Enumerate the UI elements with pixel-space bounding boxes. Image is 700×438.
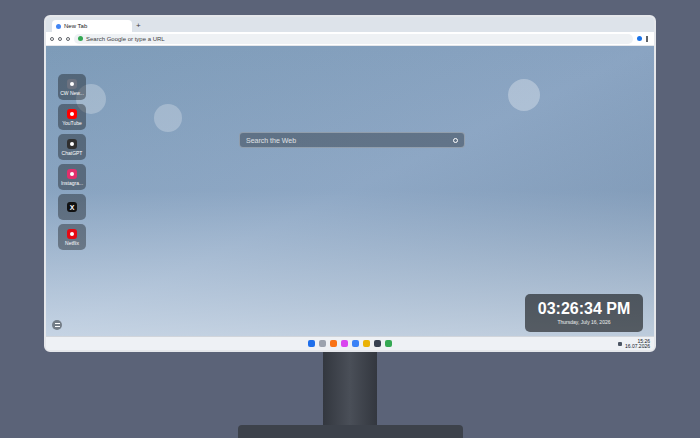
menu-lines-icon: [55, 323, 60, 327]
logo-dot-icon: [70, 82, 74, 86]
taskbar-app-icon[interactable]: [308, 340, 315, 347]
sidebar-item[interactable]: X: [58, 194, 86, 220]
content-area: CW New... YouTube ChatGPT Instagra... X Netfl…: [46, 46, 654, 336]
shortcut-icon: X: [67, 202, 77, 212]
taskbar-clock: 15:2616.07.2026: [625, 339, 650, 349]
logo-dot-icon: [70, 142, 74, 146]
google-icon: [78, 36, 83, 41]
address-bar: [74, 34, 633, 44]
clock-date: Thursday, July 16, 2026: [558, 320, 611, 325]
logo-dot-icon: [70, 112, 74, 116]
sidebar-item[interactable]: Instagra...: [58, 164, 86, 190]
sidebar-label: CW New...: [60, 91, 84, 96]
profile-icon[interactable]: [637, 36, 642, 41]
taskbar: 15:2616.07.2026: [46, 336, 654, 350]
sidebar-label: Instagra...: [61, 181, 83, 186]
search-icon[interactable]: [453, 138, 458, 143]
shortcut-icon: [67, 139, 77, 149]
monitor-neck: [323, 352, 377, 425]
browser-tab[interactable]: New Tab: [52, 20, 132, 32]
menu-icon[interactable]: [646, 36, 648, 42]
network-icon: [618, 342, 622, 346]
shortcut-icon: [67, 109, 77, 119]
taskbar-app-icon[interactable]: [319, 340, 326, 347]
sidebar-item[interactable]: ChatGPT: [58, 134, 86, 160]
tab-label: New Tab: [64, 23, 87, 29]
search-box: [239, 132, 465, 148]
monitor-screen: New Tab + CW New... YouTube ChatGPT Instagra.…: [44, 15, 656, 352]
logo-dot-icon: [70, 232, 74, 236]
forward-icon[interactable]: [58, 37, 62, 41]
taskbar-app-icon[interactable]: [341, 340, 348, 347]
sidebar-item[interactable]: CW New...: [58, 74, 86, 100]
logo-dot-icon: [70, 172, 74, 176]
tab-bar: New Tab +: [46, 17, 654, 32]
sidebar-item[interactable]: Netflix: [58, 224, 86, 250]
taskbar-app-icon[interactable]: [352, 340, 359, 347]
background-photo: [46, 46, 654, 336]
taskbar-date: 16.07.2026: [625, 344, 650, 349]
taskbar-apps: [308, 340, 392, 347]
shortcut-icon: [67, 79, 77, 89]
bubble: [154, 104, 182, 132]
taskbar-app-icon[interactable]: [385, 340, 392, 347]
tab-favicon-icon: [56, 24, 61, 29]
address-row: [46, 32, 654, 46]
shortcut-icon: [67, 169, 77, 179]
taskbar-app-icon[interactable]: [374, 340, 381, 347]
system-tray: 15:2616.07.2026: [392, 339, 650, 349]
sidebar-label: YouTube: [62, 121, 82, 126]
sidebar-label: ChatGPT: [62, 151, 83, 156]
sidebar-item[interactable]: YouTube: [58, 104, 86, 130]
search-input[interactable]: [246, 137, 449, 144]
bubble: [508, 79, 540, 111]
clock-widget: 03:26:34 PM Thursday, July 16, 2026: [525, 294, 643, 332]
monitor-base: [238, 425, 463, 438]
new-tab-button[interactable]: +: [136, 22, 141, 32]
clock-time: 03:26:34 PM: [538, 301, 631, 317]
reload-icon[interactable]: [66, 37, 70, 41]
shortcut-icon: [67, 229, 77, 239]
sidebar: CW New... YouTube ChatGPT Instagra... X Netfl…: [58, 74, 86, 250]
back-icon[interactable]: [50, 37, 54, 41]
x-logo-icon: X: [70, 204, 75, 211]
address-input[interactable]: [86, 36, 629, 42]
sidebar-label: Netflix: [65, 241, 79, 246]
apps-icon[interactable]: [52, 320, 62, 330]
taskbar-app-icon[interactable]: [363, 340, 370, 347]
taskbar-app-icon[interactable]: [330, 340, 337, 347]
